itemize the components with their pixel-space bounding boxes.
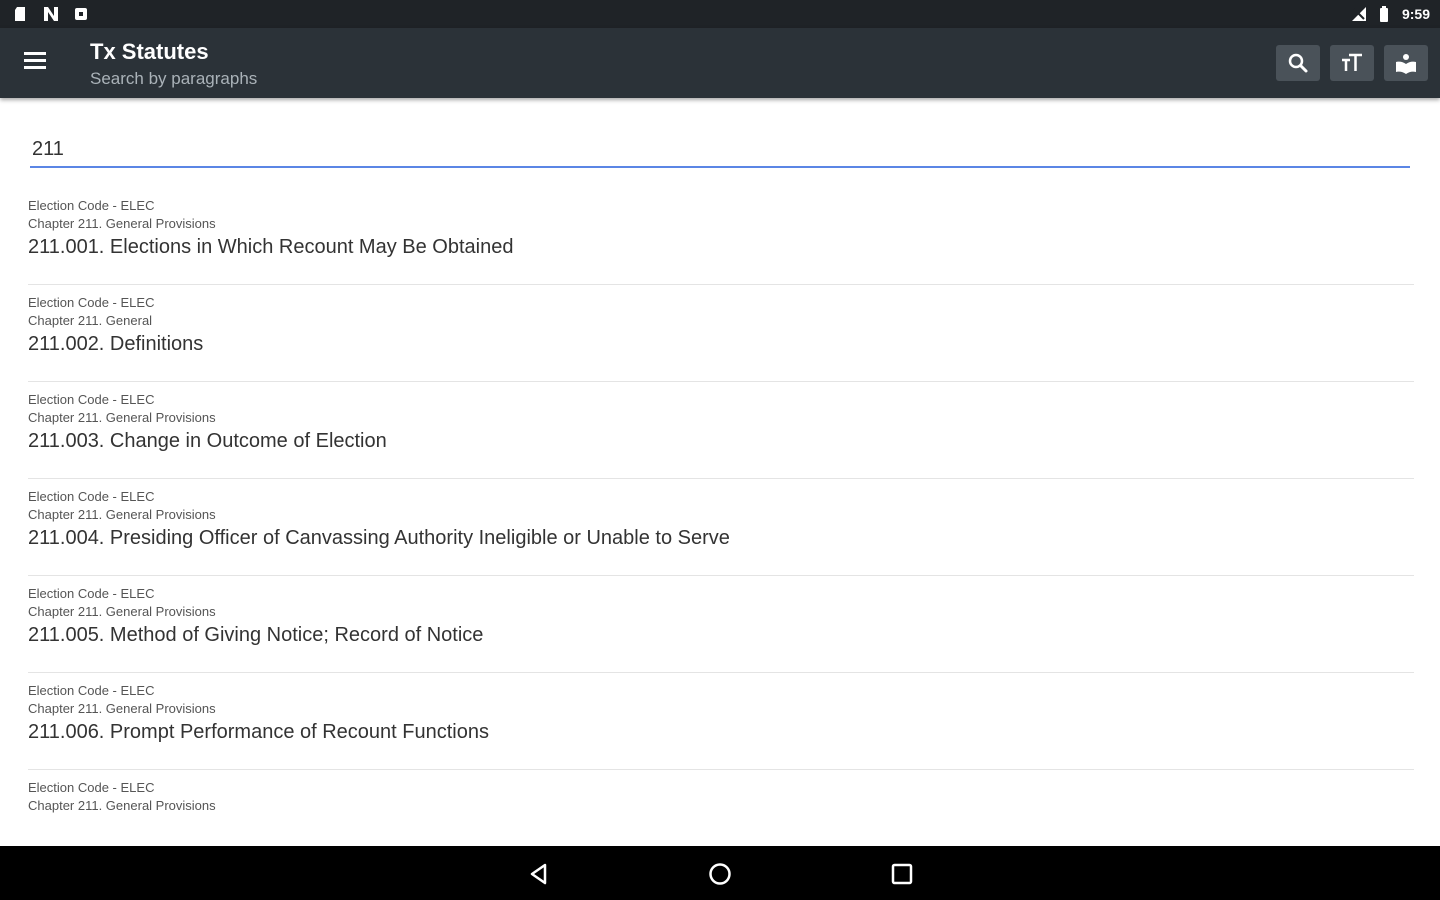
- result-chapter: Chapter 211. General Provisions: [28, 410, 216, 425]
- app-title: Tx Statutes: [90, 39, 209, 64]
- search-icon: [1288, 53, 1308, 73]
- result-chapter: Chapter 211. General Provisions: [28, 216, 216, 231]
- result-code: Election Code - ELEC: [28, 198, 155, 213]
- result-chapter: Chapter 211. General Provisions: [28, 701, 216, 716]
- result-title: 211.005. Method of Giving Notice; Record…: [28, 624, 484, 646]
- app-bar: Tx Statutes Search by paragraphs: [0, 28, 1440, 98]
- recents-icon[interactable]: [888, 860, 916, 888]
- signal-icon: [1351, 7, 1366, 21]
- navigation-bar: [0, 846, 1440, 900]
- menu-icon-line: [24, 66, 46, 69]
- menu-icon-line: [24, 59, 46, 62]
- list-item[interactable]: Election Code - ELEC Chapter 211. Genera…: [28, 382, 1414, 479]
- screenshot-icon: [75, 8, 87, 20]
- list-item[interactable]: Election Code - ELEC Chapter 211. Genera…: [28, 576, 1414, 673]
- result-chapter: Chapter 211. General Provisions: [28, 798, 216, 813]
- text-size-icon: [1342, 53, 1362, 71]
- search-field-container: [30, 132, 1410, 170]
- status-bar: 9:59: [0, 0, 1440, 28]
- search-button[interactable]: [1276, 45, 1320, 81]
- result-chapter: Chapter 211. General Provisions: [28, 507, 216, 522]
- menu-icon-line: [24, 52, 46, 55]
- book-icon: [1396, 54, 1416, 74]
- result-code: Election Code - ELEC: [28, 683, 155, 698]
- result-title: 211.002. Definitions: [28, 333, 204, 355]
- n-icon: [44, 7, 58, 21]
- result-code: Election Code - ELEC: [28, 780, 155, 795]
- list-item[interactable]: Election Code - ELEC Chapter 211. Genera…: [28, 770, 1414, 846]
- list-item[interactable]: Election Code - ELEC Chapter 211. Genera…: [28, 285, 1414, 382]
- back-icon[interactable]: [525, 860, 553, 888]
- app-subtitle: Search by paragraphs: [90, 69, 258, 88]
- list-item[interactable]: Election Code - ELEC Chapter 211. Genera…: [28, 673, 1414, 770]
- menu-button[interactable]: [24, 48, 58, 78]
- status-time: 9:59: [1401, 6, 1430, 22]
- battery-icon: [1379, 6, 1388, 22]
- book-button[interactable]: [1384, 45, 1428, 81]
- result-code: Election Code - ELEC: [28, 295, 155, 310]
- result-title: 211.004. Presiding Officer of Canvassing…: [28, 527, 730, 549]
- result-title: 211.003. Change in Outcome of Election: [28, 430, 387, 452]
- text-size-button[interactable]: [1330, 45, 1374, 81]
- result-code: Election Code - ELEC: [28, 392, 155, 407]
- result-chapter: Chapter 211. General: [28, 313, 153, 328]
- result-code: Election Code - ELEC: [28, 586, 155, 601]
- result-title: 211.006. Prompt Performance of Recount F…: [28, 721, 489, 743]
- result-code: Election Code - ELEC: [28, 489, 155, 504]
- result-title: 211.001. Elections in Which Recount May …: [28, 236, 514, 258]
- list-item[interactable]: Election Code - ELEC Chapter 211. Genera…: [28, 188, 1414, 285]
- list-item[interactable]: Election Code - ELEC Chapter 211. Genera…: [28, 479, 1414, 576]
- home-icon[interactable]: [706, 860, 734, 888]
- sd-card-icon: [15, 7, 25, 21]
- results-list: Election Code - ELEC Chapter 211. Genera…: [0, 188, 1440, 846]
- search-input[interactable]: [30, 132, 1410, 168]
- result-chapter: Chapter 211. General Provisions: [28, 604, 216, 619]
